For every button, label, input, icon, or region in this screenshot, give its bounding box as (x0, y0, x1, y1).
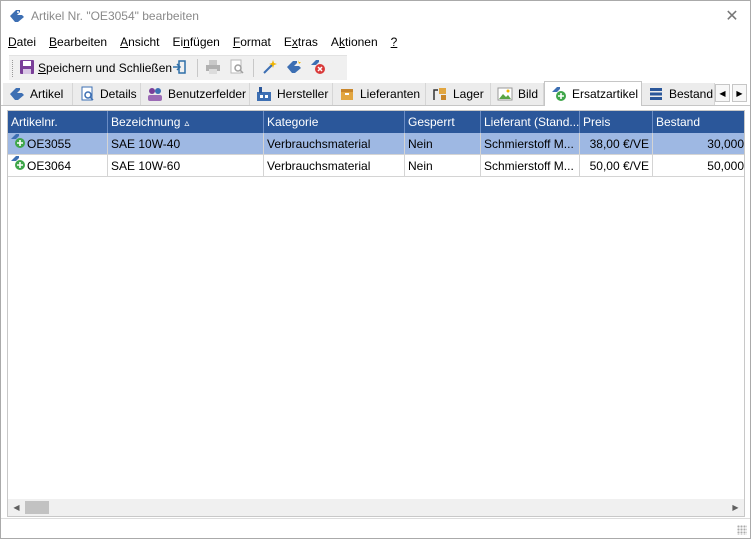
column-header[interactable]: Kategorie (264, 111, 405, 133)
sort-ascending-icon: ▵ (184, 118, 190, 129)
column-header[interactable]: Bezeichnung ▵ (108, 111, 264, 133)
cell-lieferant: Schmierstoff M... (481, 155, 580, 177)
menu-item[interactable]: Format (226, 33, 277, 51)
supplier-icon (339, 86, 355, 102)
tab-content: Artikelnr. Bezeichnung ▵ Kategorie Gesperrt L… (1, 105, 750, 518)
print-preview-icon (229, 59, 245, 78)
tab-bar: Artikel Details Benutzerfelder Hersteller Li… (1, 81, 750, 106)
menu-item[interactable]: Bearbeiten (42, 33, 113, 51)
magic-wand-button[interactable] (262, 58, 278, 78)
horizontal-scrollbar[interactable]: ◀ ▶ (8, 499, 744, 516)
cell-gesperrt: Nein (405, 133, 481, 155)
save-and-close-label: Speichern und Schließen (38, 61, 173, 75)
replacement-item-icon (10, 155, 26, 176)
column-header[interactable]: Artikelnr. (8, 111, 108, 133)
tab-label: Details (100, 87, 137, 101)
tab-label: Ersatzartikel (572, 87, 639, 101)
cell-bestand: 30,000 (653, 133, 744, 155)
scroll-right-arrow-icon[interactable]: ▶ (727, 499, 744, 516)
menu-item[interactable]: Datei (1, 33, 42, 51)
menu-item[interactable]: Ansicht (113, 33, 165, 51)
article-app-icon (9, 9, 25, 23)
tab-label: Artikel (30, 87, 64, 101)
tab-lager[interactable]: Lager (426, 83, 491, 105)
status-bar (1, 518, 750, 538)
cell-artikelnr: OE3055 (8, 133, 108, 155)
exit-icon (171, 59, 187, 78)
menu-item[interactable]: Extras (277, 33, 324, 51)
scrollbar-thumb[interactable] (25, 501, 49, 514)
cell-bezeichnung: SAE 10W-40 (108, 133, 264, 155)
cell-lieferant: Schmierstoff M... (481, 133, 580, 155)
tab-label: Bestand (669, 87, 714, 101)
scroll-left-arrow-icon[interactable]: ◀ (8, 499, 25, 516)
print-icon (205, 59, 221, 78)
tab-scroll-left-icon[interactable]: ◀ (715, 84, 730, 102)
tab-scroll-right-icon[interactable]: ▶ (732, 84, 747, 102)
article-icon (9, 86, 25, 102)
window: Artikel Nr. "OE3054" bearbeiten ✕ Datei B… (0, 0, 751, 539)
cell-preis: 38,00 €/VE (580, 133, 653, 155)
replacement-icon (551, 86, 567, 102)
warehouse-icon (432, 86, 448, 102)
cell-bestand: 50,000 (653, 155, 744, 177)
tab-benutzerfelder[interactable]: Benutzerfelder (141, 83, 250, 105)
cell-preis: 50,00 €/VE (580, 155, 653, 177)
toolbar-separator (253, 59, 254, 77)
toolbar-group: Speichern und Schließen (9, 55, 347, 80)
title-bar: Artikel Nr. "OE3054" bearbeiten ✕ (1, 1, 750, 31)
column-header[interactable]: Bestand (653, 111, 744, 133)
print-preview-button[interactable] (229, 58, 245, 78)
menu-item[interactable]: Einfügen (165, 33, 225, 51)
image-icon (497, 86, 513, 102)
toolbar-grip[interactable] (12, 60, 14, 77)
column-header[interactable]: Lieferant (Stand... (481, 111, 580, 133)
save-icon (19, 59, 35, 78)
print-button[interactable] (205, 58, 221, 78)
menu-bar: Datei Bearbeiten Ansicht Einfügen Format Extr… (1, 33, 750, 51)
tab-label: Hersteller (277, 87, 329, 101)
tab-artikel[interactable]: Artikel (3, 83, 73, 105)
grid-header: Artikelnr. Bezeichnung ▵ Kategorie Gesperrt L… (8, 111, 744, 133)
cell-gesperrt: Nein (405, 155, 481, 177)
menu-item[interactable]: ? (384, 33, 404, 51)
resize-grip-icon[interactable] (737, 525, 747, 535)
table-row[interactable]: OE3064 SAE 10W-60 Verbrauchsmaterial Nein Sc… (8, 155, 744, 177)
toolbar: Speichern und Schließen (1, 54, 750, 81)
userfields-icon (147, 86, 163, 102)
tools-icon (286, 59, 302, 78)
tab-label: Lager (453, 87, 484, 101)
tab-label: Benutzerfelder (168, 87, 247, 101)
replacement-item-icon (10, 133, 26, 154)
cell-artikelnr: OE3064 (8, 155, 108, 177)
cell-kategorie: Verbrauchsmaterial (264, 133, 405, 155)
cell-kategorie: Verbrauchsmaterial (264, 155, 405, 177)
menu-item[interactable]: Aktionen (324, 33, 384, 51)
stock-icon (648, 86, 664, 102)
tab-lieferanten[interactable]: Lieferanten (333, 83, 426, 105)
delete-icon (310, 59, 326, 78)
window-title: Artikel Nr. "OE3054" bearbeiten (31, 9, 199, 23)
column-header[interactable]: Preis (580, 111, 653, 133)
tab-label: Bild (518, 87, 539, 101)
save-and-close-button[interactable]: Speichern und Schließen (19, 58, 172, 78)
tools-button[interactable] (286, 58, 302, 78)
tab-details[interactable]: Details (73, 83, 141, 105)
cell-bezeichnung: SAE 10W-60 (108, 155, 264, 177)
tab-label: Lieferanten (360, 87, 421, 101)
table-row[interactable]: OE3055 SAE 10W-40 Verbrauchsmaterial Nein Sc… (8, 133, 744, 155)
manufacturer-icon (256, 86, 272, 102)
close-button[interactable]: ✕ (722, 6, 742, 26)
exit-button[interactable] (171, 58, 187, 78)
tab-bild[interactable]: Bild (491, 83, 544, 105)
details-icon (79, 86, 95, 102)
tab-bestand[interactable]: Bestand (642, 83, 715, 105)
delete-button[interactable] (310, 58, 326, 78)
replacement-items-grid[interactable]: Artikelnr. Bezeichnung ▵ Kategorie Gesperrt L… (7, 110, 745, 517)
magic-wand-icon (262, 59, 278, 78)
toolbar-separator (197, 59, 198, 77)
column-header[interactable]: Gesperrt (405, 111, 481, 133)
tab-hersteller[interactable]: Hersteller (250, 83, 333, 105)
tab-ersatzartikel[interactable]: Ersatzartikel (544, 81, 642, 106)
